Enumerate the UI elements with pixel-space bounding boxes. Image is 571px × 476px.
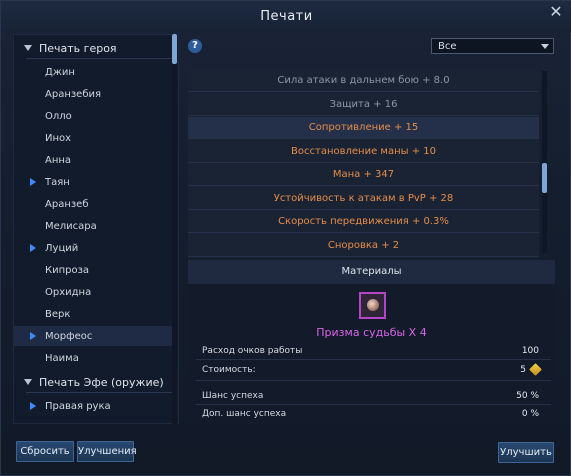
- sidebar-item-label: Правая рука: [45, 400, 111, 412]
- sidebar-item-label: Аранзеб: [45, 198, 89, 210]
- gem-icon: [367, 299, 379, 311]
- sidebar-item[interactable]: Аранзебия: [14, 84, 174, 104]
- upgrades-button[interactable]: Улучшения: [77, 441, 137, 462]
- sidebar-scrollbar[interactable]: [172, 34, 177, 424]
- sidebar-item[interactable]: Верк: [14, 304, 174, 324]
- stat-row: Восстановление маны + 10: [188, 141, 539, 163]
- stat-row: Скорость передвижения + 0.3%: [188, 211, 539, 233]
- sidebar-item-label: Аранзебия: [45, 88, 102, 100]
- sidebar-item-label: Мелисара: [45, 220, 97, 232]
- cost-value: 5: [520, 365, 526, 375]
- sidebar-item[interactable]: Кипроза: [14, 260, 174, 280]
- sidebar-item[interactable]: Наима: [14, 348, 174, 368]
- stat-row: Сила атаки в дальнем бою + 8.0: [188, 70, 539, 92]
- work-points-label: Расход очков работы: [202, 346, 303, 356]
- sidebar-item-label: Таян: [45, 176, 70, 188]
- extra-success-chance-label: Доп. шанс успеха: [202, 409, 287, 419]
- play-arrow-icon: [30, 178, 36, 186]
- sidebar-item[interactable]: Анна: [14, 150, 174, 170]
- sidebar-item[interactable]: Таян: [14, 172, 174, 192]
- help-icon[interactable]: ?: [188, 39, 202, 53]
- sidebar-item[interactable]: Правая рука: [14, 396, 174, 416]
- work-points-value: 100: [521, 346, 539, 356]
- success-chance-label: Шанс успеха: [202, 391, 264, 401]
- stats-list: Сила атаки в дальнем бою + 8.0 Защита + 1…: [188, 68, 539, 258]
- expand-triangle-icon: [24, 379, 32, 385]
- sidebar-item-label: Джин: [45, 66, 75, 78]
- extra-success-chance-value: 0 %: [521, 409, 539, 419]
- stat-row: Сноровка + 2: [188, 235, 539, 257]
- expand-triangle-icon: [24, 45, 32, 51]
- sidebar-item-label: Орхидна: [45, 286, 92, 298]
- group-divider: [26, 58, 174, 59]
- sidebar-group-header[interactable]: Печать Эфе (оружие): [14, 372, 174, 392]
- divider: [196, 359, 551, 360]
- window-title: Печати: [260, 9, 313, 24]
- sidebar-item[interactable]: Луций: [14, 238, 174, 258]
- sidebar-item-label: Анна: [45, 154, 72, 166]
- divider: [196, 404, 551, 405]
- play-arrow-icon: [30, 244, 36, 252]
- sidebar-item-label: Кипроза: [45, 264, 90, 276]
- sidebar-item[interactable]: Мелисара: [14, 216, 174, 236]
- stats-scrollbar[interactable]: [542, 71, 547, 253]
- sidebar-item[interactable]: Орхидна: [14, 282, 174, 302]
- sidebar-group-label: Печать Эфе (оружие): [39, 375, 164, 389]
- group-divider: [26, 392, 174, 393]
- sidebar-item-label: Луций: [45, 242, 79, 254]
- title-bar: Печати ✕: [1, 1, 571, 33]
- sidebar-item[interactable]: Инох: [14, 128, 174, 148]
- seals-window: Печати ✕ Печать героя Джин Аранзебия Олло Ин…: [0, 0, 571, 476]
- stat-row: Сопротивление + 15: [188, 117, 539, 139]
- seal-category-list: Печать героя Джин Аранзебия Олло Инох Анна Тая…: [13, 34, 179, 424]
- chevron-down-icon: [541, 44, 549, 49]
- sidebar-item-label: Наима: [45, 352, 79, 364]
- improve-button[interactable]: Улучшить: [498, 442, 554, 463]
- filter-selected-value: Все: [438, 41, 457, 52]
- stat-row: Мана + 347: [188, 164, 539, 186]
- filter-dropdown[interactable]: Все: [431, 38, 554, 54]
- play-arrow-icon: [30, 402, 36, 410]
- sidebar-item-label: Олло: [45, 110, 72, 122]
- sidebar-item[interactable]: Олло: [14, 106, 174, 126]
- sidebar-item-label: Инох: [45, 132, 72, 144]
- sidebar-item[interactable]: Джин: [14, 62, 174, 82]
- sidebar-item-label: Верк: [45, 308, 71, 320]
- stat-row: Защита + 16: [188, 94, 539, 116]
- reset-button[interactable]: Сбросить: [16, 441, 74, 462]
- sidebar-group-header[interactable]: Печать героя: [14, 38, 174, 58]
- sidebar-group-label: Печать героя: [39, 41, 117, 55]
- cost-label: Стоимость:: [202, 365, 256, 375]
- stat-row: Устойчивость к атакам в PvP + 28: [188, 188, 539, 210]
- sidebar-item-label: Морфеос: [45, 330, 93, 342]
- sidebar-scroll-thumb[interactable]: [172, 34, 177, 64]
- prism-of-fate-icon[interactable]: [359, 292, 386, 319]
- divider: [196, 380, 551, 381]
- materials-header: Материалы: [188, 260, 555, 284]
- success-chance-value: 50 %: [516, 391, 539, 401]
- material-item-name: Призма судьбы X 4: [316, 326, 427, 339]
- sidebar-item[interactable]: Морфеос: [14, 326, 174, 346]
- play-arrow-icon: [30, 332, 36, 340]
- close-icon[interactable]: ✕: [548, 4, 564, 20]
- stats-scroll-thumb[interactable]: [542, 163, 547, 193]
- sidebar-item[interactable]: Аранзеб: [14, 194, 174, 214]
